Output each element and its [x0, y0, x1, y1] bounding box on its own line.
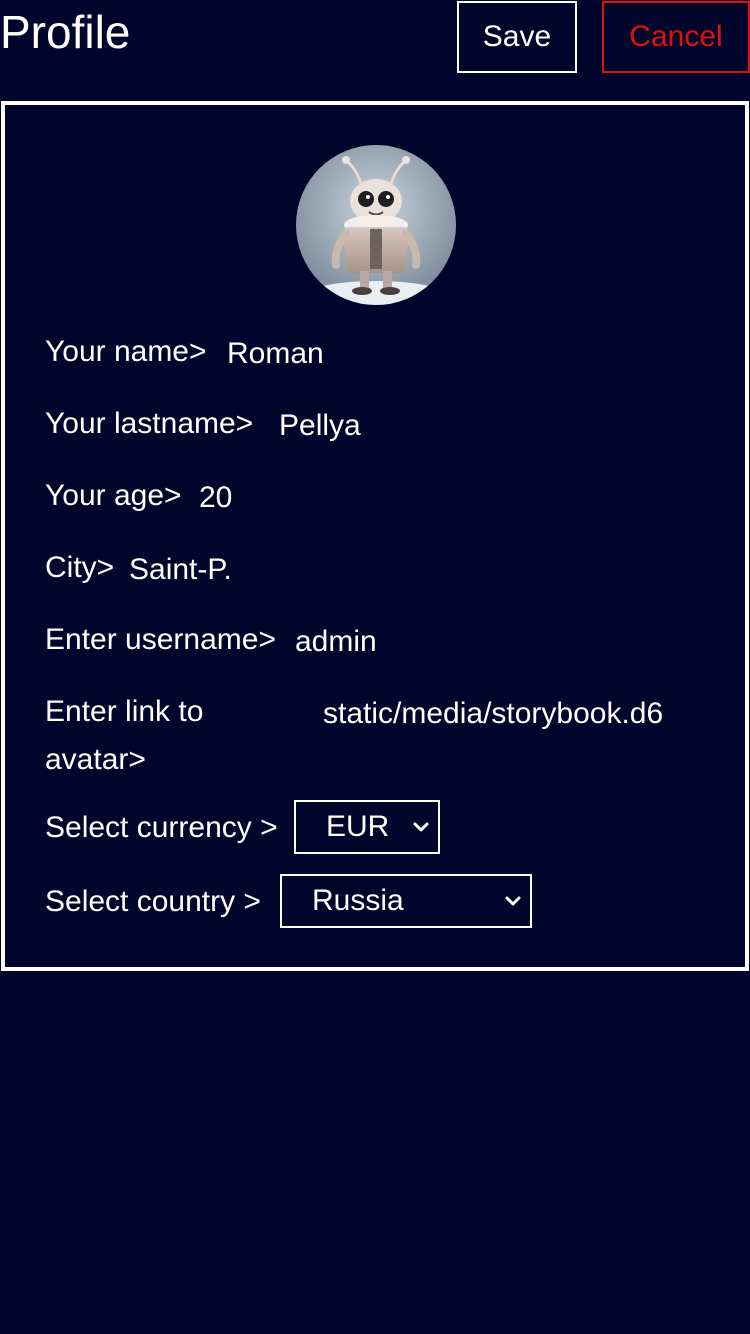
age-label: Your age> [45, 479, 182, 512]
country-selected-value: Russia [312, 884, 404, 917]
currency-label: Select currency > [45, 811, 278, 844]
avatar-link-label-line2: avatar> [45, 743, 146, 776]
lastname-label: Your lastname> [45, 407, 254, 440]
age-input[interactable]: 20 [199, 474, 699, 522]
name-input[interactable]: Roman [227, 330, 707, 378]
currency-selected-value: EUR [326, 810, 390, 843]
username-input[interactable]: admin [295, 618, 705, 666]
lastname-input[interactable]: Pellya [279, 402, 707, 450]
country-label: Select country > [45, 885, 261, 918]
country-select[interactable]: Russia [280, 874, 532, 928]
currency-select[interactable]: EUR [294, 800, 440, 854]
username-label: Enter username> [45, 623, 276, 656]
avatar-image [296, 145, 456, 305]
avatar [296, 145, 456, 305]
name-label: Your name> [45, 335, 207, 368]
save-button[interactable]: Save [457, 1, 577, 73]
chevron-down-icon [413, 822, 429, 832]
avatar-link-label-line1: Enter link to [45, 695, 204, 728]
avatar-link-input[interactable]: static/media/storybook.d6 [323, 690, 703, 738]
header: Profile Save Cancel [0, 0, 750, 96]
profile-card: Your name> Roman Your lastname> Pellya Y… [1, 101, 749, 971]
city-input[interactable]: Saint-P. [129, 546, 689, 594]
page-title: Profile [0, 6, 131, 58]
chevron-down-icon [505, 896, 521, 906]
city-label: City> [45, 551, 115, 584]
cancel-button[interactable]: Cancel [602, 1, 750, 73]
